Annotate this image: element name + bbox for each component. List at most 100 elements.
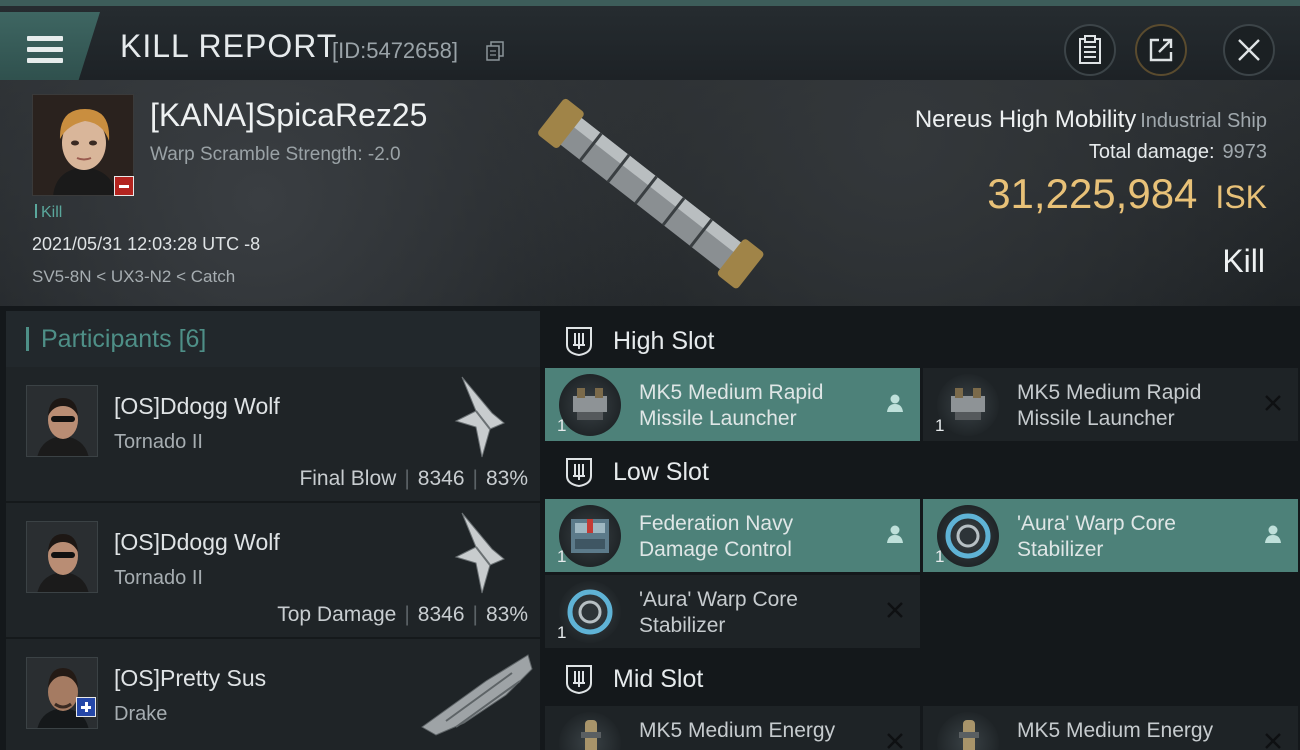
module-name-line2: Missile Launcher — [639, 407, 797, 430]
module-name-line1: Federation Navy — [639, 512, 794, 535]
module-name-line1: MK5 Medium Rapid — [639, 381, 824, 404]
module-name: Federation Navy Damage Control — [639, 511, 889, 563]
damage-control-icon — [559, 505, 621, 567]
mid-slot-icon — [566, 665, 592, 695]
module-name-line1: 'Aura' Warp Core — [1017, 512, 1176, 535]
copy-icon[interactable] — [486, 41, 504, 61]
module-name-line2: Stabilizer — [639, 614, 726, 637]
participant-row[interactable]: [OS]Ddogg Wolf Tornado II Top Damage | 834… — [6, 503, 540, 639]
participant-row[interactable]: [OS]Pretty Sus Drake — [6, 639, 540, 750]
participant-name[interactable]: [OS]Pretty Sus — [114, 665, 266, 692]
participant-ship: Tornado II — [114, 431, 203, 453]
ship-class: Industrial Ship — [1140, 110, 1267, 132]
participant-role: Final Blow — [299, 467, 397, 490]
high-slot-label: High Slot — [613, 326, 715, 355]
menu-icon — [27, 36, 63, 64]
participant-ship: Drake — [114, 703, 168, 725]
participant-percent: 83% — [485, 603, 528, 626]
destroyed-x-icon — [887, 602, 903, 618]
mid-slot-header: Mid Slot — [545, 651, 1300, 707]
stats-separator: | — [404, 603, 410, 626]
close-icon — [1238, 39, 1260, 61]
module-item[interactable]: 1 MK5 Medium Rapid Missile Launcher — [545, 368, 920, 441]
total-damage-label: Total damage: — [1088, 141, 1215, 163]
total-damage-value: 9973 — [1222, 141, 1268, 163]
share-icon — [1149, 38, 1173, 62]
module-name-line2: Stabilizer — [1017, 538, 1104, 561]
participants-panel: Participants [6] [OS]Ddogg Wolf Tornado … — [6, 311, 540, 750]
stats-separator: | — [472, 467, 478, 490]
dropped-person-icon — [887, 525, 903, 543]
missile-launcher-icon — [559, 374, 621, 436]
participant-portrait[interactable] — [26, 385, 98, 457]
destroyed-x-icon — [1265, 395, 1281, 411]
participants-header: Participants [6] — [6, 311, 540, 367]
module-quantity: 1 — [557, 416, 567, 435]
participant-ship: Tornado II — [114, 567, 203, 589]
dropped-person-icon — [887, 394, 903, 412]
loss-badge — [114, 176, 134, 196]
module-name: MK5 Medium Energy — [1017, 718, 1267, 744]
module-item[interactable]: 1 Federation Navy Damage Control — [545, 499, 920, 572]
low-slot-label: Low Slot — [613, 457, 709, 486]
module-name-line1: 'Aura' Warp Core — [639, 588, 798, 611]
kill-result: Kill — [1222, 243, 1265, 279]
menu-button[interactable] — [0, 12, 100, 82]
participant-damage: 8346 — [417, 467, 465, 490]
module-name-line1: MK5 Medium Energy — [1017, 719, 1214, 742]
module-name-line2: Missile Launcher — [1017, 407, 1175, 430]
destroyed-x-icon — [887, 733, 903, 749]
participant-name[interactable]: [OS]Ddogg Wolf — [114, 393, 280, 420]
missile-launcher-icon — [937, 374, 999, 436]
module-item[interactable]: 1 'Aura' Warp Core Stabilizer — [923, 499, 1298, 572]
participant-row[interactable]: [OS]Ddogg Wolf Tornado II Final Blow | 834… — [6, 367, 540, 503]
energy-module-icon — [937, 712, 999, 750]
clipboard-icon — [1079, 35, 1101, 64]
module-item[interactable]: 1 MK5 Medium Rapid Missile Launcher — [923, 368, 1298, 441]
warp-scramble-strength: Warp Scramble Strength: -2.0 — [150, 144, 401, 165]
low-slot-header: Low Slot — [545, 444, 1300, 500]
module-quantity: 1 — [557, 547, 567, 566]
module-item[interactable]: 1 'Aura' Warp Core Stabilizer — [545, 575, 920, 648]
participant-ship-image — [421, 654, 533, 736]
participant-ship-image — [454, 376, 505, 458]
module-name: MK5 Medium Rapid Missile Launcher — [639, 380, 889, 432]
fitting-panel: High Slot 1 MK5 Medium Rapid Missile Laun… — [545, 311, 1300, 750]
kill-datetime: 2021/05/31 12:03:28 UTC -8 — [32, 234, 261, 254]
clipboard-button[interactable] — [1064, 24, 1116, 76]
share-button[interactable] — [1135, 24, 1187, 76]
module-item[interactable]: MK5 Medium Energy — [923, 706, 1298, 750]
module-name-line2: Damage Control — [639, 538, 792, 561]
high-slot-icon — [566, 327, 592, 357]
page-title: KILL REPORT — [120, 28, 338, 64]
participant-portrait[interactable] — [26, 657, 98, 729]
header-accent-bar — [26, 327, 29, 351]
isk-amount: 31,225,984 — [987, 170, 1198, 217]
isk-value: 31,225,984 ISK — [987, 170, 1267, 218]
participant-stats: Top Damage | 8346 | 83% — [277, 603, 528, 627]
isk-unit: ISK — [1215, 179, 1267, 215]
warp-core-stabilizer-icon — [937, 505, 999, 567]
participant-damage: 8346 — [417, 603, 465, 626]
victim-ship-image — [538, 98, 764, 289]
participant-portrait[interactable] — [26, 521, 98, 593]
module-name: MK5 Medium Rapid Missile Launcher — [1017, 380, 1267, 432]
kill-location: SV5-8N < UX3-N2 < Catch — [32, 267, 236, 286]
module-name-line1: MK5 Medium Energy — [639, 719, 836, 742]
participant-percent: 83% — [485, 467, 528, 490]
total-damage: Total damage: 9973 — [1089, 141, 1267, 164]
close-button[interactable] — [1223, 24, 1275, 76]
module-name: MK5 Medium Energy — [639, 718, 889, 744]
destroyed-x-icon — [1265, 733, 1281, 749]
warp-core-stabilizer-icon — [559, 581, 621, 643]
top-bar: KILL REPORT [ID:5472658] — [0, 0, 1300, 82]
victim-name[interactable]: [KANA]SpicaRez25 — [150, 97, 427, 134]
module-quantity: 1 — [557, 623, 567, 642]
module-quantity: 1 — [935, 547, 945, 566]
victim-ship[interactable]: Nereus High Mobility Industrial Ship — [915, 106, 1267, 134]
participants-count: [6] — [178, 324, 207, 353]
stats-separator: | — [472, 603, 478, 626]
participant-role: Top Damage — [277, 603, 397, 626]
module-item[interactable]: MK5 Medium Energy — [545, 706, 920, 750]
participant-name[interactable]: [OS]Ddogg Wolf — [114, 529, 280, 556]
